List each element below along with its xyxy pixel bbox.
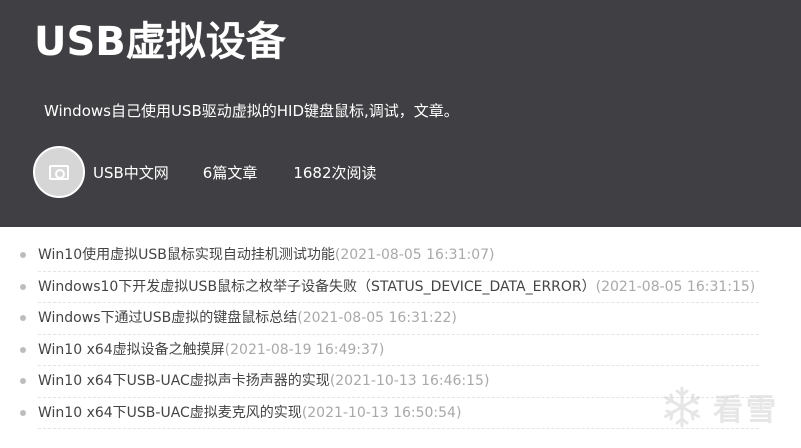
camera-icon xyxy=(49,164,69,180)
author-avatar[interactable] xyxy=(33,146,85,198)
article-title-link[interactable]: Win10 x64下USB-UAC虚拟声卡扬声器的实现 xyxy=(38,373,330,389)
collection-meta: USB中文网 6篇文章 1682次阅读 xyxy=(33,144,377,200)
article-date: (2021-08-19 16:49:37) xyxy=(224,341,385,358)
collection-header: USB虚拟设备 Windows自己使用USB驱动虚拟的HID键盘鼠标,调试，文章… xyxy=(0,0,801,227)
article-title-link[interactable]: Win10使用虚拟USB鼠标实现自动挂机测试功能 xyxy=(38,247,335,263)
bullet-icon xyxy=(20,409,26,416)
article-date: (2021-08-05 16:31:15) xyxy=(595,278,756,295)
list-item[interactable]: Win10使用虚拟USB鼠标实现自动挂机测试功能(2021-08-05 16:3… xyxy=(18,240,801,272)
collection-description: Windows自己使用USB驱动虚拟的HID键盘鼠标,调试，文章。 xyxy=(44,102,459,120)
article-title-link[interactable]: Windows下通过USB虚拟的键盘鼠标总结 xyxy=(38,310,297,326)
article-title-link[interactable]: Windows10下开发虚拟USB鼠标之枚举子设备失败（STATUS_DEVIC… xyxy=(38,279,596,295)
article-date: (2021-08-05 16:31:22) xyxy=(297,310,457,326)
bullet-icon xyxy=(20,283,26,290)
article-title-link[interactable]: Win10 x64下USB-UAC虚拟麦克风的实现 xyxy=(38,405,302,421)
watermark-text: 看雪 xyxy=(713,393,779,428)
snowflake-icon xyxy=(664,386,700,428)
bullet-icon xyxy=(20,252,26,258)
list-item[interactable]: Windows下通过USB虚拟的键盘鼠标总结(2021-08-05 16:31:… xyxy=(18,303,801,335)
article-count: 6篇文章 xyxy=(202,163,258,182)
list-item[interactable]: Win10 x64虚拟设备之触摸屏(2021-08-19 16:49:37) xyxy=(18,335,801,367)
read-count: 1682次阅读 xyxy=(293,163,377,182)
bullet-icon xyxy=(20,315,26,321)
article-date: (2021-10-13 16:46:15) xyxy=(329,373,490,389)
site-watermark: 看雪 xyxy=(659,384,779,430)
bullet-icon xyxy=(20,346,26,353)
article-date: (2021-08-05 16:31:07) xyxy=(334,247,495,263)
bullet-icon xyxy=(20,378,26,384)
article-title-link[interactable]: Win10 x64虚拟设备之触摸屏 xyxy=(38,342,225,358)
list-item[interactable]: Windows10下开发虚拟USB鼠标之枚举子设备失败（STATUS_DEVIC… xyxy=(18,272,801,304)
article-date: (2021-10-13 16:50:54) xyxy=(301,404,462,421)
author-name[interactable]: USB中文网 xyxy=(93,162,169,183)
collection-title: USB虚拟设备 xyxy=(34,19,286,65)
